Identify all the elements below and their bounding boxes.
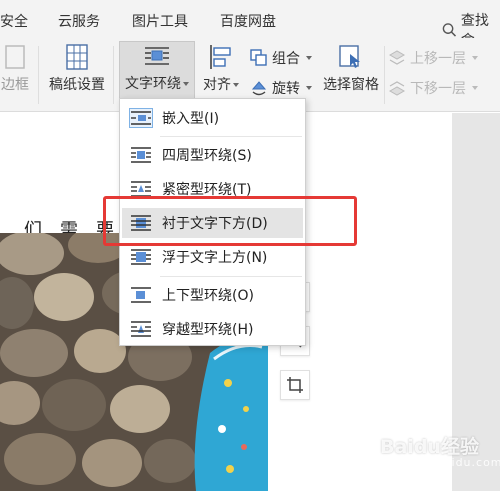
- chevron-down-icon: [306, 56, 312, 60]
- manuscript-grid-icon: [66, 44, 88, 70]
- rotate-button[interactable]: 旋转: [250, 78, 312, 98]
- wrap-option-label: 四周型环绕(S): [162, 148, 252, 164]
- in-front-of-text-icon: [131, 249, 151, 265]
- bring-forward-label: 上移一层: [410, 51, 466, 67]
- wrap-option-label: 嵌入型(I): [162, 111, 220, 127]
- top-bottom-wrap-icon: [131, 287, 151, 303]
- manuscript-settings-label: 稿纸设置: [49, 77, 105, 93]
- baidu-watermark-url: jingyan.baidu.com: [384, 456, 500, 469]
- square-wrap-icon: [131, 147, 151, 163]
- crop-tool[interactable]: [280, 370, 310, 400]
- wrap-option-in-front[interactable]: 浮于文字上方(N): [122, 242, 303, 272]
- ribbon-separator: [38, 46, 39, 104]
- selection-pane-button[interactable]: 选择窗格: [320, 44, 382, 104]
- chevron-down-icon: [472, 86, 478, 90]
- menu-tab-bar: 安全 云服务 图片工具 百度网盘 查找命: [0, 0, 500, 49]
- chevron-down-icon: [306, 86, 312, 90]
- send-backward-button[interactable]: 下移一层: [388, 78, 478, 98]
- align-icon: [210, 45, 231, 69]
- page-border-label: 边框: [1, 77, 29, 93]
- tab-cloud-service[interactable]: 云服务: [58, 11, 100, 31]
- through-wrap-icon: [131, 321, 151, 337]
- selection-pane-icon: [339, 45, 360, 68]
- group-button[interactable]: 组合: [250, 48, 312, 68]
- tab-picture-tools[interactable]: 图片工具: [132, 11, 188, 31]
- selection-pane-label: 选择窗格: [323, 77, 379, 93]
- rotate-label: 旋转: [272, 81, 300, 97]
- bring-forward-button[interactable]: 上移一层: [388, 48, 478, 68]
- menu-divider: [160, 276, 302, 277]
- manuscript-settings-button[interactable]: 稿纸设置: [46, 44, 108, 104]
- menu-divider: [160, 136, 302, 137]
- group-icon: [250, 49, 267, 66]
- chevron-down-icon: [183, 82, 189, 86]
- crop-icon: [287, 377, 303, 393]
- highlight-annotation-box: [103, 196, 357, 246]
- rotate-icon: [251, 81, 267, 96]
- send-backward-icon: [388, 81, 406, 96]
- chevron-down-icon: [472, 56, 478, 60]
- ribbon-separator: [384, 46, 385, 104]
- chevron-down-icon: [233, 83, 239, 87]
- tab-security[interactable]: 安全: [0, 11, 28, 31]
- wrap-option-square[interactable]: 四周型环绕(S): [122, 140, 303, 170]
- text-wrap-label: 文字环绕: [125, 76, 181, 92]
- wrap-option-label: 上下型环绕(O): [162, 288, 254, 304]
- page-border-icon: [5, 45, 25, 69]
- align-button[interactable]: 对齐: [199, 44, 243, 104]
- baidu-watermark: Baidu经验: [380, 436, 479, 458]
- wrap-option-top-bottom[interactable]: 上下型环绕(O): [122, 280, 303, 310]
- group-label: 组合: [272, 51, 300, 67]
- bring-forward-icon: [388, 50, 406, 65]
- text-wrap-icon: [145, 47, 169, 65]
- wrap-option-inline[interactable]: 嵌入型(I): [122, 103, 303, 133]
- wrap-option-through[interactable]: 穿越型环绕(H): [122, 314, 303, 344]
- tab-baidu-netdisk[interactable]: 百度网盘: [220, 11, 276, 31]
- inline-wrap-icon: [129, 108, 153, 128]
- text-wrap-button[interactable]: 文字环绕: [119, 41, 195, 99]
- send-backward-label: 下移一层: [410, 81, 466, 97]
- wrap-option-label: 浮于文字上方(N): [162, 250, 268, 266]
- page-border-button[interactable]: 边框: [0, 44, 34, 104]
- search-icon: [442, 23, 457, 37]
- ribbon-separator: [113, 46, 114, 104]
- wrap-option-label: 穿越型环绕(H): [162, 322, 254, 338]
- align-label: 对齐: [203, 77, 231, 93]
